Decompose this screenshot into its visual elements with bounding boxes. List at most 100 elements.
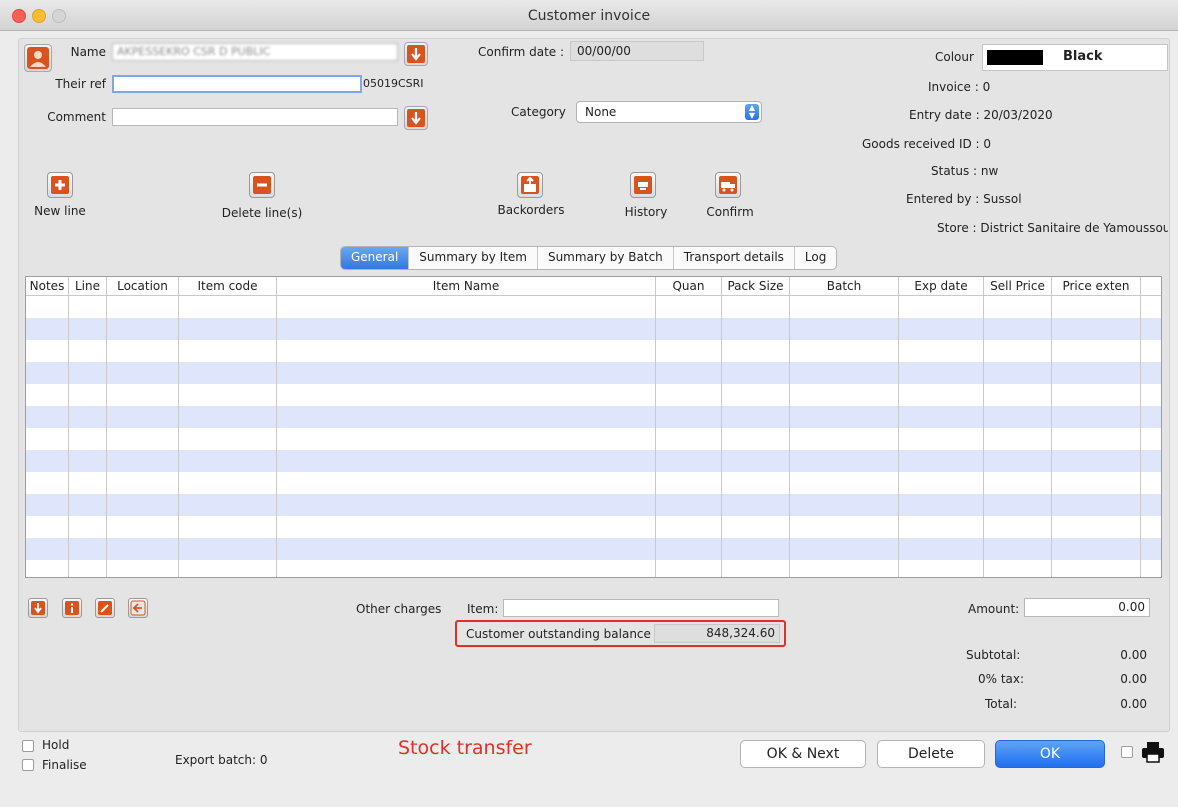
table-cell[interactable] bbox=[984, 516, 1052, 538]
table-cell[interactable] bbox=[984, 318, 1052, 340]
table-cell[interactable] bbox=[107, 494, 179, 516]
table-cell[interactable] bbox=[790, 450, 899, 472]
table-cell[interactable] bbox=[656, 428, 722, 450]
colour-picker[interactable]: Black bbox=[982, 44, 1168, 71]
table-cell[interactable] bbox=[899, 516, 984, 538]
table-cell[interactable] bbox=[1052, 450, 1141, 472]
table-cell[interactable] bbox=[26, 516, 69, 538]
table-cell[interactable] bbox=[69, 296, 107, 318]
table-row[interactable] bbox=[26, 494, 1161, 516]
amount-input[interactable]: 0.00 bbox=[1024, 598, 1150, 617]
table-cell[interactable] bbox=[1052, 516, 1141, 538]
column-header-notes[interactable]: Notes bbox=[26, 277, 69, 295]
column-header-batch[interactable]: Batch bbox=[790, 277, 899, 295]
table-cell[interactable] bbox=[1052, 494, 1141, 516]
table-cell[interactable] bbox=[656, 296, 722, 318]
move-down-button[interactable] bbox=[28, 598, 48, 618]
comment-input[interactable] bbox=[112, 108, 398, 126]
table-cell[interactable] bbox=[984, 494, 1052, 516]
column-header-item-code[interactable]: Item code bbox=[179, 277, 277, 295]
table-cell[interactable] bbox=[984, 362, 1052, 384]
table-cell[interactable] bbox=[69, 362, 107, 384]
table-cell[interactable] bbox=[790, 406, 899, 428]
table-cell[interactable] bbox=[1052, 472, 1141, 494]
table-row[interactable] bbox=[26, 472, 1161, 494]
table-cell[interactable] bbox=[790, 362, 899, 384]
table-row[interactable] bbox=[26, 406, 1161, 428]
finalise-checkbox[interactable] bbox=[22, 759, 34, 771]
table-row[interactable] bbox=[26, 362, 1161, 384]
history-button[interactable] bbox=[630, 172, 656, 198]
table-cell[interactable] bbox=[656, 538, 722, 560]
table-cell[interactable] bbox=[1141, 384, 1161, 406]
table-cell[interactable] bbox=[1141, 472, 1161, 494]
name-field[interactable]: AKPESSEKRO CSR D PUBLIC bbox=[112, 43, 398, 61]
table-cell[interactable] bbox=[656, 340, 722, 362]
table-cell[interactable] bbox=[1052, 538, 1141, 560]
table-cell[interactable] bbox=[69, 406, 107, 428]
table-cell[interactable] bbox=[790, 318, 899, 340]
invoice-lines-table[interactable]: Notes Line Location Item code Item Name … bbox=[25, 276, 1162, 578]
table-cell[interactable] bbox=[26, 362, 69, 384]
table-cell[interactable] bbox=[984, 384, 1052, 406]
column-header-location[interactable]: Location bbox=[107, 277, 179, 295]
table-row[interactable] bbox=[26, 296, 1161, 318]
table-cell[interactable] bbox=[722, 296, 790, 318]
table-cell[interactable] bbox=[179, 384, 277, 406]
table-cell[interactable] bbox=[277, 472, 656, 494]
delete-lines-button[interactable] bbox=[249, 172, 275, 198]
info-button[interactable] bbox=[62, 598, 82, 618]
table-cell[interactable] bbox=[722, 494, 790, 516]
table-cell[interactable] bbox=[277, 450, 656, 472]
table-cell[interactable] bbox=[277, 296, 656, 318]
table-cell[interactable] bbox=[26, 340, 69, 362]
backorders-label[interactable]: Backorders bbox=[490, 203, 572, 217]
table-cell[interactable] bbox=[107, 428, 179, 450]
table-cell[interactable] bbox=[179, 362, 277, 384]
table-cell[interactable] bbox=[790, 494, 899, 516]
table-cell[interactable] bbox=[1052, 318, 1141, 340]
table-cell[interactable] bbox=[107, 384, 179, 406]
table-cell[interactable] bbox=[899, 340, 984, 362]
comment-lookup-button[interactable] bbox=[404, 106, 428, 130]
table-cell[interactable] bbox=[1141, 428, 1161, 450]
table-cell[interactable] bbox=[790, 428, 899, 450]
table-cell[interactable] bbox=[722, 516, 790, 538]
table-cell[interactable] bbox=[277, 318, 656, 340]
table-cell[interactable] bbox=[1052, 362, 1141, 384]
table-cell[interactable] bbox=[69, 516, 107, 538]
hold-checkbox[interactable] bbox=[22, 740, 34, 752]
table-cell[interactable] bbox=[656, 318, 722, 340]
other-charges-item-input[interactable] bbox=[503, 599, 779, 617]
table-cell[interactable] bbox=[69, 560, 107, 577]
table-cell[interactable] bbox=[1141, 406, 1161, 428]
table-cell[interactable] bbox=[69, 384, 107, 406]
backorders-button[interactable] bbox=[517, 172, 543, 198]
tab-general[interactable]: General bbox=[341, 247, 410, 269]
table-cell[interactable] bbox=[722, 428, 790, 450]
table-cell[interactable] bbox=[26, 494, 69, 516]
table-cell[interactable] bbox=[69, 450, 107, 472]
table-cell[interactable] bbox=[277, 538, 656, 560]
tab-log[interactable]: Log bbox=[795, 247, 836, 269]
table-cell[interactable] bbox=[26, 538, 69, 560]
print-checkbox[interactable] bbox=[1121, 746, 1133, 758]
table-cell[interactable] bbox=[1141, 494, 1161, 516]
table-cell[interactable] bbox=[899, 494, 984, 516]
table-cell[interactable] bbox=[790, 560, 899, 577]
column-header-price-extension[interactable]: Price exten bbox=[1052, 277, 1141, 295]
table-cell[interactable] bbox=[179, 340, 277, 362]
table-cell[interactable] bbox=[26, 428, 69, 450]
table-cell[interactable] bbox=[984, 406, 1052, 428]
table-cell[interactable] bbox=[1052, 428, 1141, 450]
table-row[interactable] bbox=[26, 516, 1161, 538]
table-cell[interactable] bbox=[107, 560, 179, 577]
table-cell[interactable] bbox=[722, 340, 790, 362]
table-cell[interactable] bbox=[790, 296, 899, 318]
name-lookup-button[interactable] bbox=[404, 42, 428, 66]
printer-icon[interactable] bbox=[1140, 740, 1166, 767]
table-row[interactable] bbox=[26, 340, 1161, 362]
table-cell[interactable] bbox=[790, 340, 899, 362]
tab-transport-details[interactable]: Transport details bbox=[674, 247, 795, 269]
table-cell[interactable] bbox=[1052, 560, 1141, 577]
